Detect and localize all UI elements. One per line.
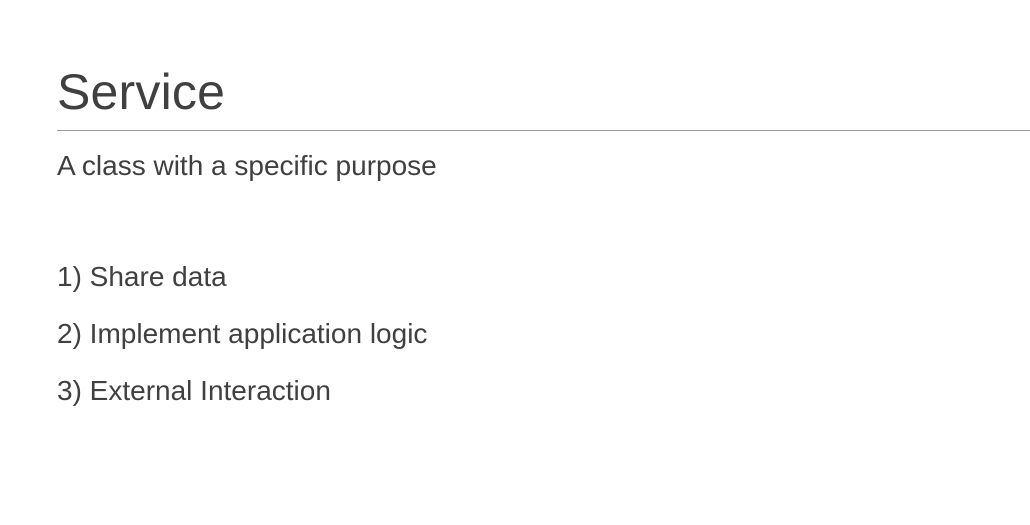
list-item-share-data: 1) Share data <box>57 261 227 292</box>
slide-subtitle: A class with a specific purpose <box>57 150 437 181</box>
slide-title: Service <box>57 64 226 120</box>
bullet-list: 1) Share data 2) Implement application l… <box>57 259 427 430</box>
list-item-external-interaction: 3) External Interaction <box>57 375 331 406</box>
slide: Service A class with a specific purpose … <box>0 0 1030 525</box>
title-divider <box>57 130 1030 131</box>
list-item-application-logic: 2) Implement application logic <box>57 318 428 349</box>
